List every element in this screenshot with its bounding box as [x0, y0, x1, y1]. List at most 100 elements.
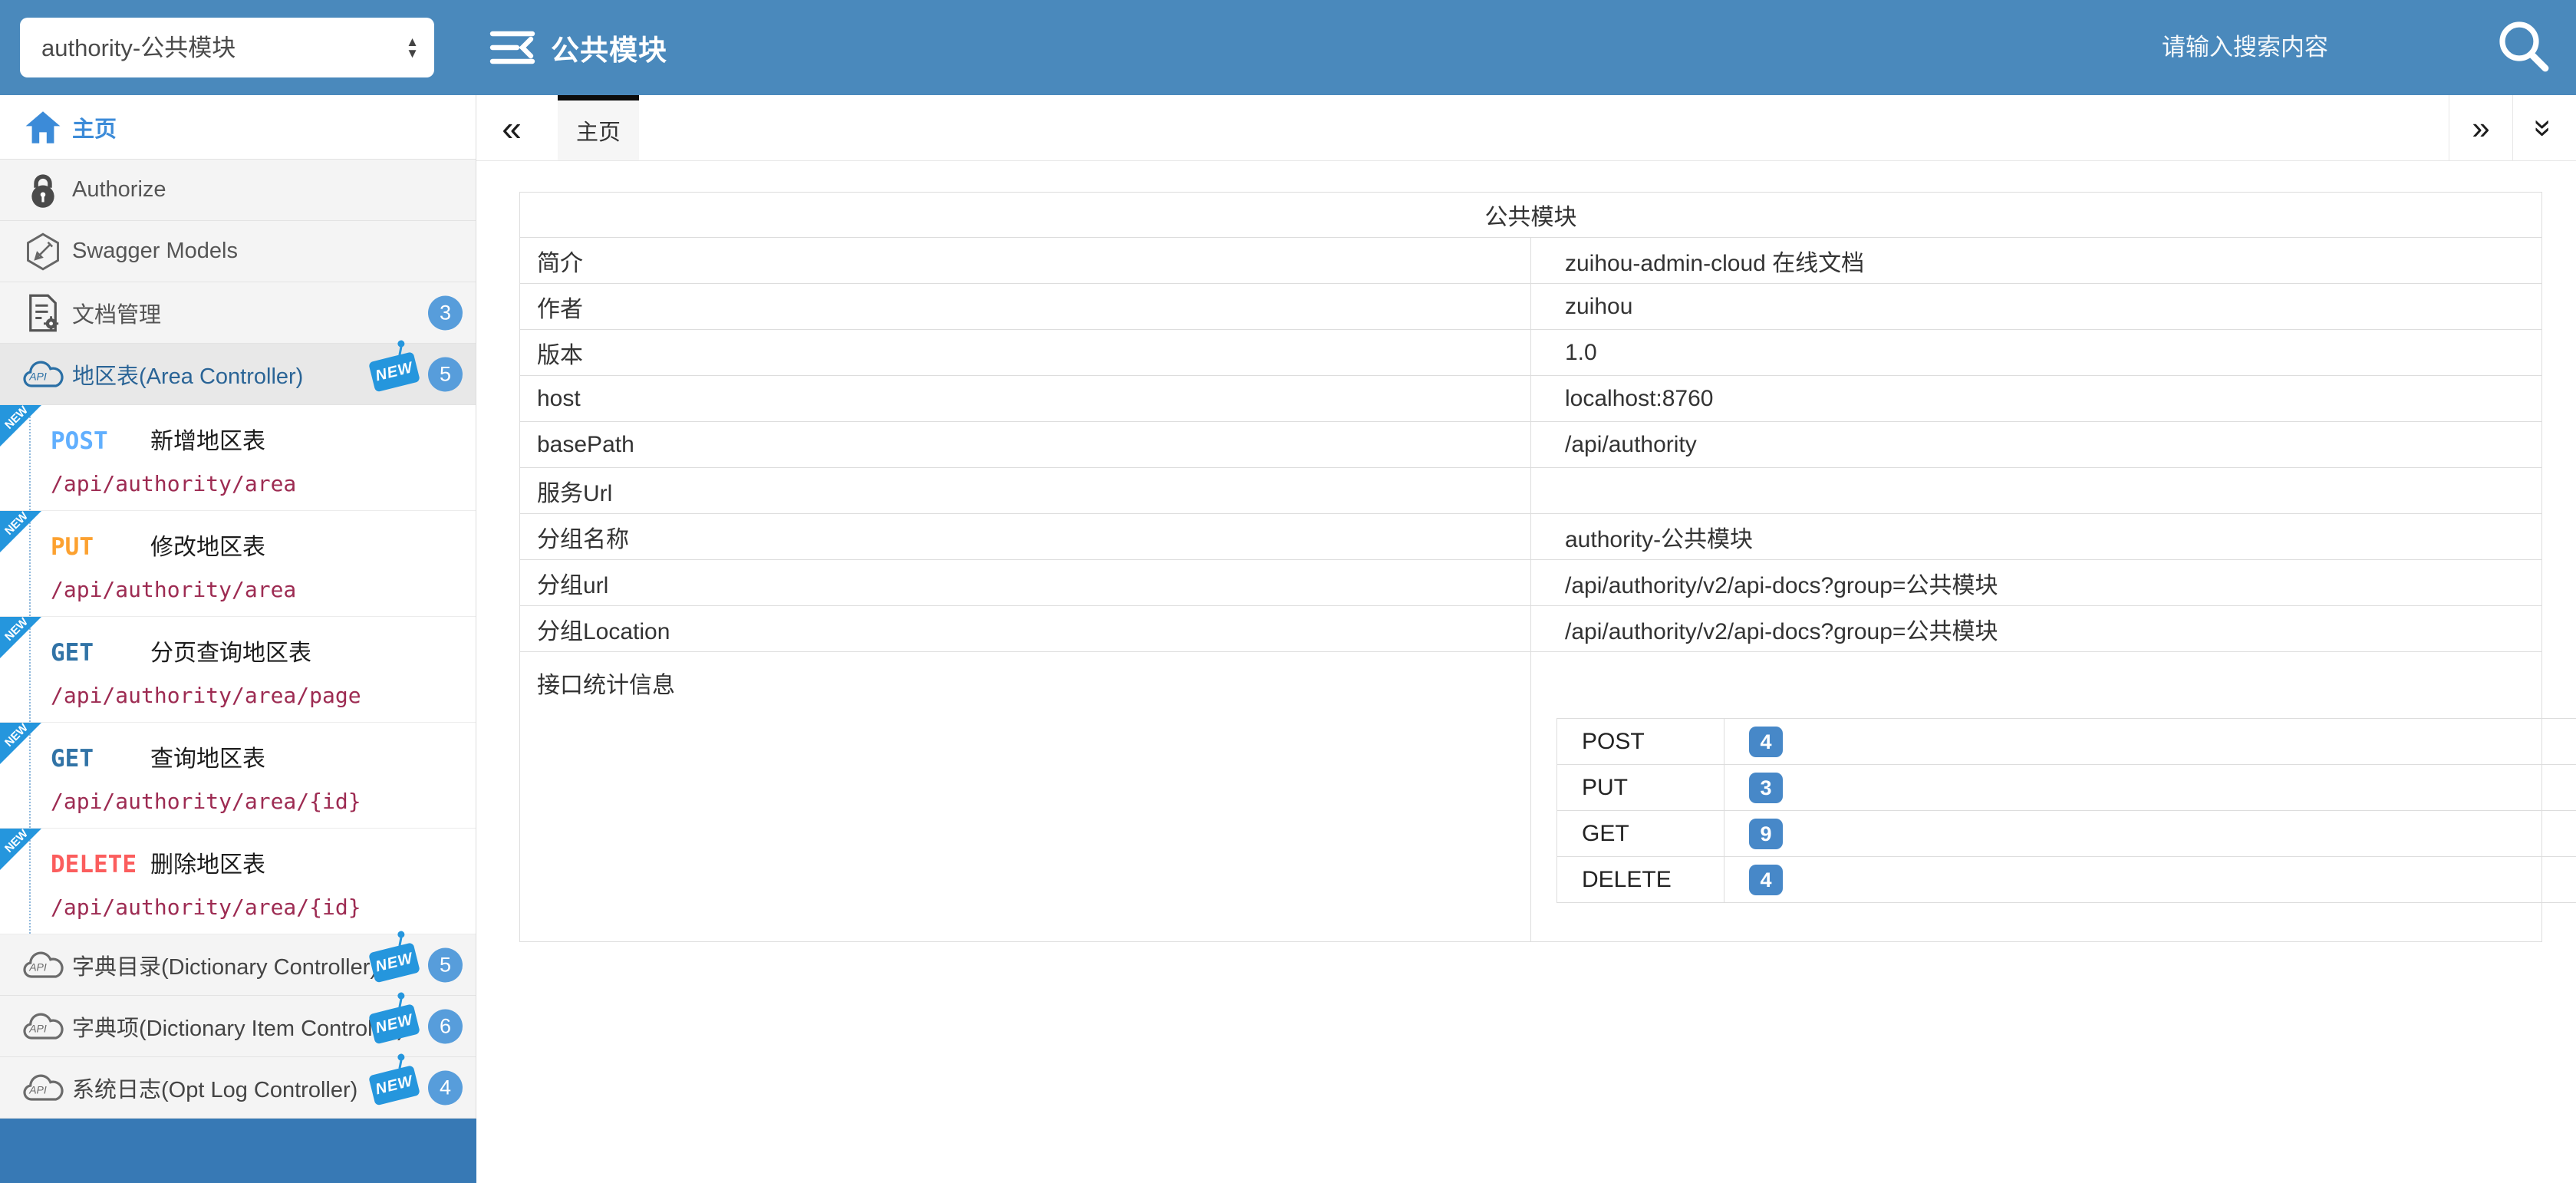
row-label: basePath [520, 422, 1531, 468]
method-label: PUT [51, 533, 150, 561]
stats-method: PUT [1557, 765, 1724, 811]
sidebar: 主页 Authorize [0, 95, 476, 1183]
endpoint-path: /api/authority/area/{id} [51, 895, 476, 920]
table-row: 分组url /api/authority/v2/api-docs?group=公… [520, 560, 2542, 606]
stats-count-cell: 4 [1724, 719, 2576, 765]
endpoint-path: /api/authority/area/page [51, 683, 476, 708]
table-header-row: 公共模块 [520, 193, 2542, 238]
sidebar-item-swagger-models[interactable]: Swagger Models [0, 221, 476, 282]
controller-label: 地区表(Area Controller) [72, 358, 303, 390]
sidebar-controller-dictionary[interactable]: API 字典目录(Dictionary Controller) NEW 5 [0, 934, 476, 996]
endpoint-item-get-page[interactable]: NEW GET 分页查询地区表 /api/authority/area/page [0, 617, 476, 723]
new-ribbon-icon: NEW [0, 829, 41, 870]
cloud-api-icon: API [20, 949, 66, 981]
stats-count-cell: 4 [1724, 857, 2576, 903]
sidebar-controller-area[interactable]: API 地区表(Area Controller) NEW 5 [0, 344, 476, 405]
stats-row: DELETE 4 [1557, 857, 2576, 903]
app-logo-icon [488, 27, 537, 68]
table-title: 公共模块 [520, 193, 2542, 238]
stats-row: PUT 3 [1557, 765, 2576, 811]
row-label: 接口统计信息 [520, 652, 1531, 942]
table-row: 作者 zuihou [520, 284, 2542, 330]
row-value [1531, 468, 2542, 514]
tab-home[interactable]: 主页 [558, 95, 639, 160]
stats-count-badge: 9 [1749, 819, 1783, 849]
group-select-wrap: authority-公共模块 ▲▼ [20, 18, 434, 77]
home-page: 公共模块 简介 zuihou-admin-cloud 在线文档 作者 zuiho… [476, 161, 2576, 942]
stats-method: POST [1557, 719, 1724, 765]
new-ribbon-icon: NEW [0, 723, 41, 764]
search-input[interactable] [2160, 33, 2493, 62]
svg-text:API: API [28, 1083, 47, 1096]
endpoint-title: 新增地区表 [150, 422, 265, 456]
new-ribbon-icon: NEW [0, 617, 41, 658]
method-label: GET [51, 745, 150, 773]
method-label: DELETE [51, 851, 150, 878]
search-box [2160, 17, 2555, 78]
module-info-table: 公共模块 简介 zuihou-admin-cloud 在线文档 作者 zuiho… [519, 192, 2542, 942]
controller-label: 系统日志(Opt Log Controller) [72, 1072, 357, 1104]
sidebar-item-label: 文档管理 [72, 297, 161, 329]
stats-row: POST 4 [1557, 719, 2576, 765]
stats-count-cell: 3 [1724, 765, 2576, 811]
stats-count-badge: 3 [1749, 773, 1783, 803]
hexagon-models-icon [20, 232, 66, 272]
row-value: zuihou [1531, 284, 2542, 330]
endpoint-path: /api/authority/area/{id} [51, 789, 476, 814]
endpoint-item-put-area[interactable]: NEW PUT 修改地区表 /api/authority/area [0, 511, 476, 617]
row-label: 服务Url [520, 468, 1531, 514]
cloud-api-icon: API [20, 1010, 66, 1043]
stats-row: GET 9 [1557, 811, 2576, 857]
table-row: 版本 1.0 [520, 330, 2542, 376]
endpoint-item-get-id[interactable]: NEW GET 查询地区表 /api/authority/area/{id} [0, 723, 476, 829]
tabs-scroll-left-icon[interactable]: « [476, 95, 547, 160]
stats-method: GET [1557, 811, 1724, 857]
endpoint-item-post-area[interactable]: NEW POST 新增地区表 /api/authority/area [0, 405, 476, 511]
row-label: 分组url [520, 560, 1531, 606]
endpoint-path: /api/authority/area [51, 471, 476, 496]
endpoint-title: 修改地区表 [150, 528, 265, 562]
table-row: 分组名称 authority-公共模块 [520, 514, 2542, 560]
stats-cell: POST 4 PUT 3 [1531, 652, 2542, 942]
row-label: 版本 [520, 330, 1531, 376]
count-badge: 6 [428, 1009, 463, 1043]
method-label: GET [51, 639, 150, 667]
tabs-scroll-right-icon[interactable]: » [2449, 95, 2512, 160]
svg-text:API: API [28, 370, 47, 382]
table-row-stats: 接口统计信息 POST 4 PUT [520, 652, 2542, 942]
count-badge: 5 [428, 357, 463, 391]
tabs-collapse-down-icon[interactable]: » [2512, 95, 2576, 160]
row-value: /api/authority/v2/api-docs?group=公共模块 [1531, 606, 2542, 652]
sidebar-item-authorize[interactable]: Authorize [0, 160, 476, 221]
main-content: « 主页 » » 公共模块 简介 zuihou-admin-cloud 在线文档… [476, 95, 2576, 1183]
group-select[interactable]: authority-公共模块 [20, 18, 434, 77]
stats-method: DELETE [1557, 857, 1724, 903]
sidebar-controller-dictionary-item[interactable]: API 字典项(Dictionary Item Controller) NEW … [0, 996, 476, 1057]
sidebar-controller-opt-log[interactable]: API 系统日志(Opt Log Controller) NEW 4 [0, 1057, 476, 1119]
cloud-api-icon: API [20, 358, 66, 390]
row-label: 分组Location [520, 606, 1531, 652]
swagger-bootstrap-ui-app: authority-公共模块 ▲▼ 公共模块 [0, 0, 2576, 1183]
sidebar-item-doc-manage[interactable]: 文档管理 3 [0, 282, 476, 344]
sidebar-item-home[interactable]: 主页 [0, 95, 476, 160]
new-badge: NEW [368, 1065, 420, 1106]
search-icon[interactable] [2493, 17, 2555, 78]
tab-label: 主页 [576, 114, 621, 147]
count-badge: 4 [428, 1070, 463, 1105]
row-label: 分组名称 [520, 514, 1531, 560]
endpoint-title: 查询地区表 [150, 740, 265, 773]
row-label: 简介 [520, 238, 1531, 284]
sidebar-menu: 主页 Authorize [0, 95, 476, 1119]
endpoint-item-delete-id[interactable]: NEW DELETE 删除地区表 /api/authority/area/{id… [0, 829, 476, 934]
count-badge: 5 [428, 947, 463, 982]
stats-count-cell: 9 [1724, 811, 2576, 857]
new-badge: NEW [368, 351, 420, 392]
new-ribbon-icon: NEW [0, 511, 41, 552]
table-row: 分组Location /api/authority/v2/api-docs?gr… [520, 606, 2542, 652]
stats-count-badge: 4 [1749, 865, 1783, 895]
endpoint-title: 分页查询地区表 [150, 634, 311, 667]
document-gear-icon [20, 293, 66, 333]
table-row: host localhost:8760 [520, 376, 2542, 422]
endpoint-path: /api/authority/area [51, 577, 476, 602]
cloud-api-icon: API [20, 1072, 66, 1104]
